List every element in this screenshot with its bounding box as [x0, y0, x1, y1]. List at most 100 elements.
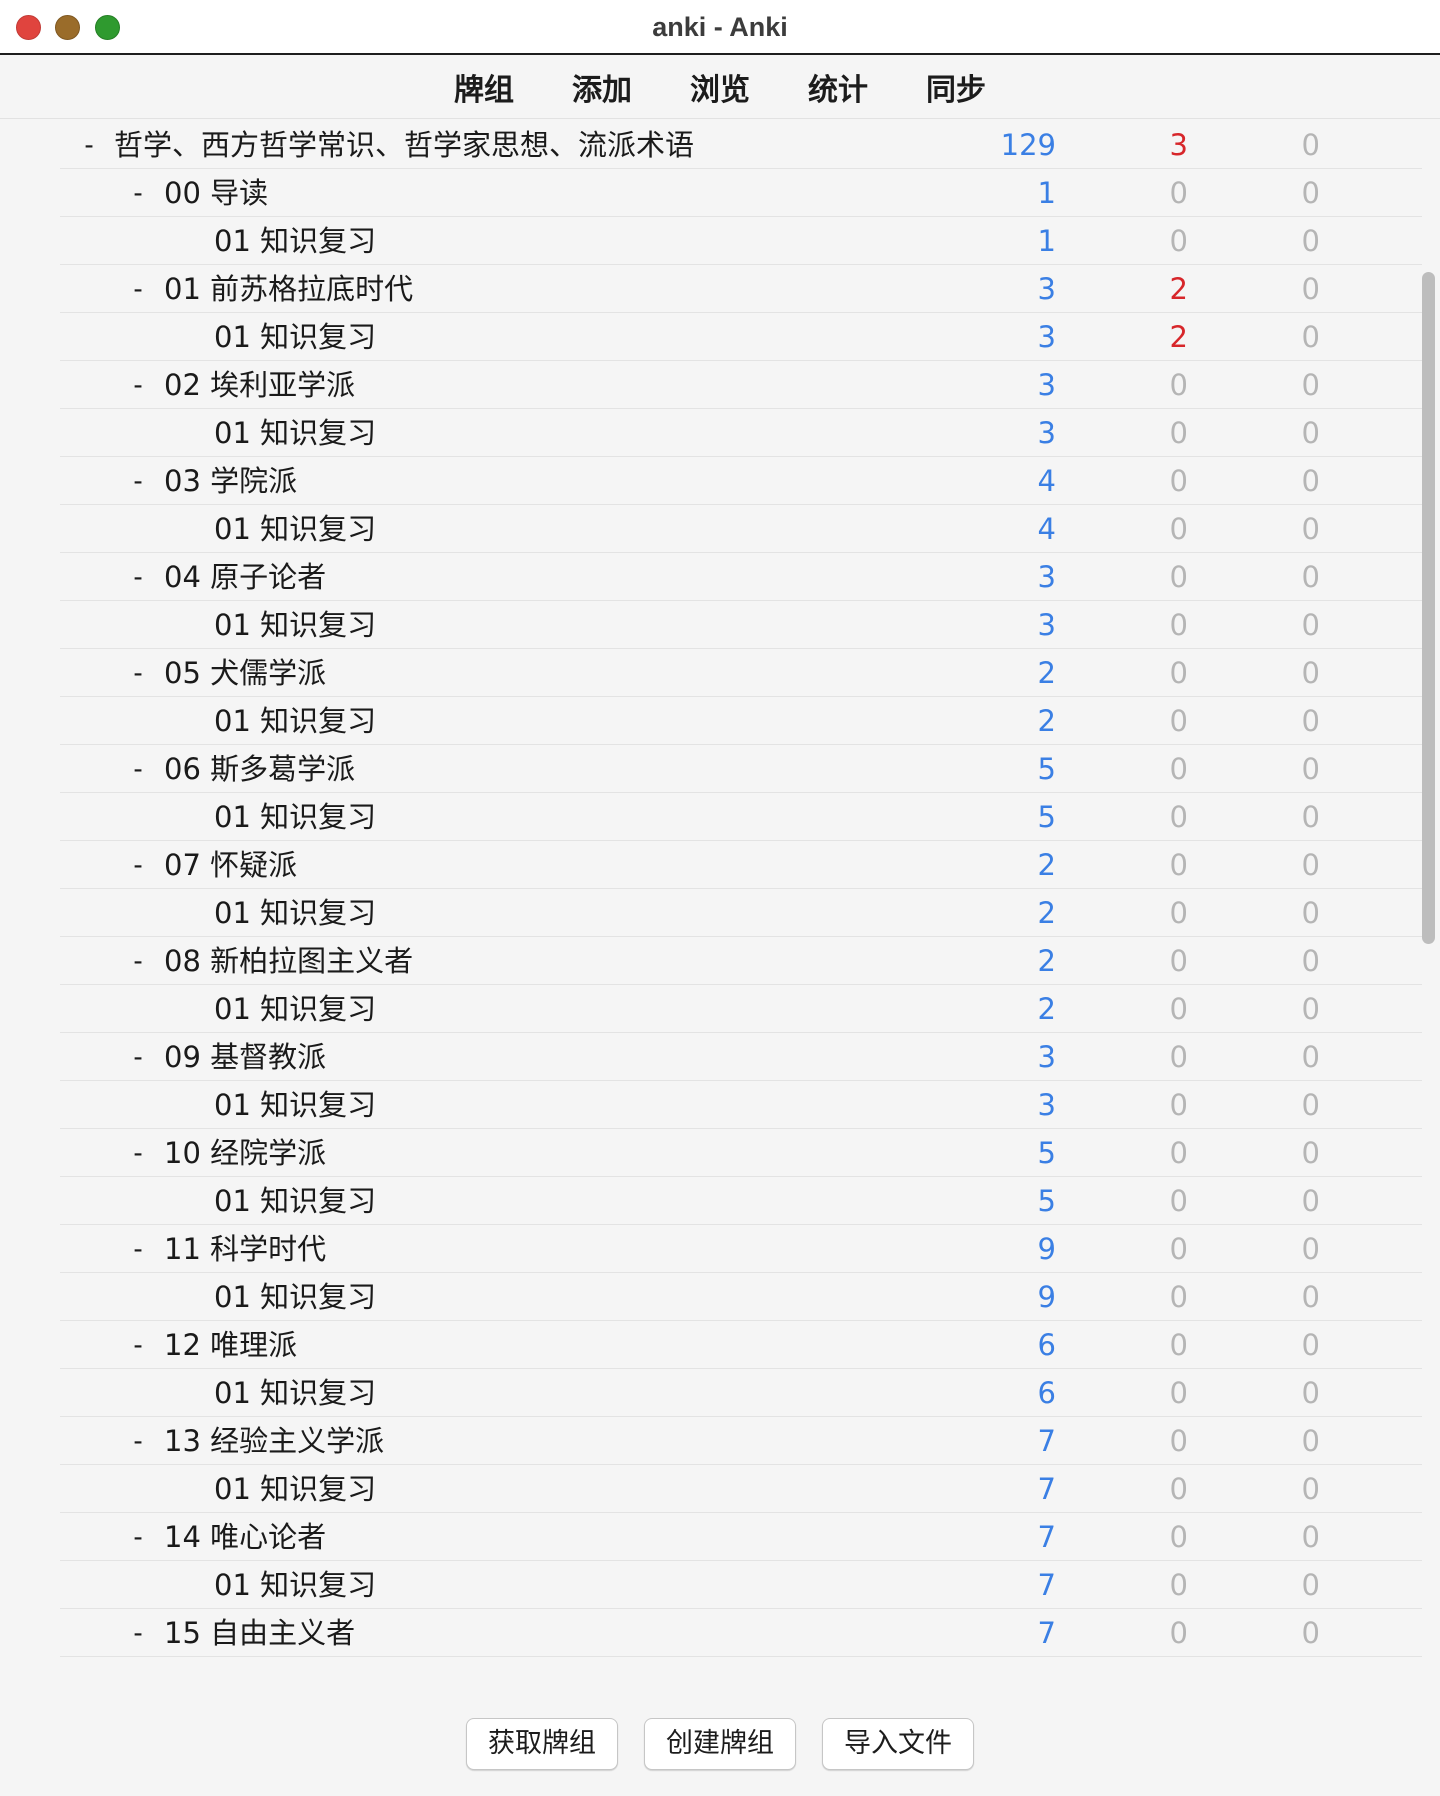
deck-name[interactable]: 01 知识复习 [214, 1177, 376, 1225]
deck-name[interactable]: 12 唯理派 [164, 1321, 297, 1369]
deck-name[interactable]: 01 知识复习 [214, 505, 376, 553]
deck-name[interactable]: 01 知识复习 [214, 793, 376, 841]
deck-name[interactable]: 01 知识复习 [214, 601, 376, 649]
new-count: 3 [1037, 368, 1056, 402]
deck-row[interactable]: 01 知识复习 2 0 0 [60, 889, 1422, 937]
deck-name[interactable]: 01 知识复习 [214, 313, 376, 361]
deck-name[interactable]: 01 知识复习 [214, 409, 376, 457]
collapse-toggle[interactable]: - [126, 457, 150, 505]
deck-row[interactable]: -07 怀疑派 2 0 0 [60, 841, 1422, 889]
deck-row[interactable]: -02 埃利亚学派 3 0 0 [60, 361, 1422, 409]
deck-name[interactable]: 13 经验主义学派 [164, 1417, 384, 1465]
deck-row[interactable]: 01 知识复习 5 0 0 [60, 1177, 1422, 1225]
window-title: anki - Anki [652, 12, 788, 42]
collapse-toggle[interactable]: - [126, 1033, 150, 1081]
deck-name[interactable]: 02 埃利亚学派 [164, 361, 355, 409]
collapse-toggle[interactable]: - [126, 1129, 150, 1177]
learn-count: 3 [1169, 128, 1188, 162]
deck-name[interactable]: 01 知识复习 [214, 985, 376, 1033]
deck-row[interactable]: 01 知识复习 2 0 0 [60, 985, 1422, 1033]
new-count: 3 [1037, 608, 1056, 642]
toolbar-sync[interactable]: 同步 [926, 65, 986, 109]
deck-row[interactable]: -09 基督教派 3 0 0 [60, 1033, 1422, 1081]
deck-name[interactable]: 07 怀疑派 [164, 841, 297, 889]
import-file-button[interactable]: 导入文件 [822, 1718, 974, 1770]
collapse-toggle[interactable]: - [126, 1321, 150, 1369]
deck-row[interactable]: 01 知识复习 7 0 0 [60, 1561, 1422, 1609]
deck-name[interactable]: 08 新柏拉图主义者 [164, 937, 413, 985]
collapse-toggle[interactable]: - [126, 169, 150, 217]
deck-list-scrollbar[interactable] [1422, 272, 1435, 944]
deck-name[interactable]: 哲学、西方哲学常识、哲学家思想、流派术语 [114, 121, 694, 169]
learn-count: 0 [1169, 704, 1188, 738]
deck-row[interactable]: - 哲学、西方哲学常识、哲学家思想、流派术语 129 3 0 [60, 121, 1422, 169]
deck-row[interactable]: 01 知识复习 3 2 0 [60, 313, 1422, 361]
collapse-toggle[interactable]: - [126, 361, 150, 409]
new-count: 7 [1037, 1568, 1056, 1602]
collapse-toggle[interactable]: - [77, 121, 101, 169]
deck-row[interactable]: 01 知识复习 9 0 0 [60, 1273, 1422, 1321]
deck-row[interactable]: 01 知识复习 5 0 0 [60, 793, 1422, 841]
deck-name[interactable]: 15 自由主义者 [164, 1609, 355, 1657]
get-shared-decks-button[interactable]: 获取牌组 [466, 1718, 618, 1770]
deck-name[interactable]: 06 斯多葛学派 [164, 745, 355, 793]
collapse-toggle[interactable]: - [126, 265, 150, 313]
deck-row[interactable]: 01 知识复习 6 0 0 [60, 1369, 1422, 1417]
learn-count: 0 [1169, 1040, 1188, 1074]
collapse-toggle[interactable]: - [126, 649, 150, 697]
deck-row[interactable]: -05 犬儒学派 2 0 0 [60, 649, 1422, 697]
deck-row[interactable]: -08 新柏拉图主义者 2 0 0 [60, 937, 1422, 985]
collapse-toggle[interactable]: - [126, 1417, 150, 1465]
deck-name[interactable]: 11 科学时代 [164, 1225, 326, 1273]
deck-row[interactable]: -03 学院派 4 0 0 [60, 457, 1422, 505]
deck-row[interactable]: 01 知识复习 4 0 0 [60, 505, 1422, 553]
new-count: 2 [1037, 944, 1056, 978]
deck-name[interactable]: 00 导读 [164, 169, 268, 217]
deck-row[interactable]: -00 导读 1 0 0 [60, 169, 1422, 217]
deck-row[interactable]: -01 前苏格拉底时代 3 2 0 [60, 265, 1422, 313]
deck-name[interactable]: 10 经院学派 [164, 1129, 326, 1177]
deck-name[interactable]: 01 知识复习 [214, 889, 376, 937]
deck-row[interactable]: 01 知识复习 3 0 0 [60, 601, 1422, 649]
deck-row[interactable]: -14 唯心论者 7 0 0 [60, 1513, 1422, 1561]
deck-name[interactable]: 01 知识复习 [214, 1081, 376, 1129]
deck-name[interactable]: 03 学院派 [164, 457, 297, 505]
deck-row[interactable]: 01 知识复习 2 0 0 [60, 697, 1422, 745]
deck-name[interactable]: 01 前苏格拉底时代 [164, 265, 413, 313]
collapse-toggle[interactable]: - [126, 1513, 150, 1561]
deck-row[interactable]: 01 知识复习 1 0 0 [60, 217, 1422, 265]
deck-row[interactable]: -10 经院学派 5 0 0 [60, 1129, 1422, 1177]
deck-row[interactable]: -12 唯理派 6 0 0 [60, 1321, 1422, 1369]
deck-name[interactable]: 04 原子论者 [164, 553, 326, 601]
collapse-toggle[interactable]: - [126, 1225, 150, 1273]
deck-name[interactable]: 01 知识复习 [214, 1273, 376, 1321]
toolbar-add[interactable]: 添加 [572, 65, 632, 109]
deck-name[interactable]: 01 知识复习 [214, 1465, 376, 1513]
create-deck-button[interactable]: 创建牌组 [644, 1718, 796, 1770]
toolbar-stats[interactable]: 统计 [808, 65, 868, 109]
deck-row[interactable]: 01 知识复习 7 0 0 [60, 1465, 1422, 1513]
deck-name[interactable]: 14 唯心论者 [164, 1513, 326, 1561]
deck-name[interactable]: 01 知识复习 [214, 1369, 376, 1417]
deck-row[interactable]: -15 自由主义者 7 0 0 [60, 1609, 1422, 1657]
collapse-toggle[interactable]: - [126, 745, 150, 793]
toolbar-decks[interactable]: 牌组 [454, 65, 514, 109]
new-count: 2 [1037, 992, 1056, 1026]
collapse-toggle[interactable]: - [126, 1609, 150, 1657]
collapse-toggle[interactable]: - [126, 937, 150, 985]
deck-row[interactable]: 01 知识复习 3 0 0 [60, 409, 1422, 457]
deck-row[interactable]: -04 原子论者 3 0 0 [60, 553, 1422, 601]
new-count: 4 [1037, 464, 1056, 498]
deck-name[interactable]: 09 基督教派 [164, 1033, 326, 1081]
deck-name[interactable]: 01 知识复习 [214, 1561, 376, 1609]
deck-name[interactable]: 01 知识复习 [214, 217, 376, 265]
deck-name[interactable]: 01 知识复习 [214, 697, 376, 745]
toolbar-browse[interactable]: 浏览 [690, 65, 750, 109]
deck-row[interactable]: 01 知识复习 3 0 0 [60, 1081, 1422, 1129]
deck-name[interactable]: 05 犬儒学派 [164, 649, 326, 697]
collapse-toggle[interactable]: - [126, 841, 150, 889]
deck-row[interactable]: -13 经验主义学派 7 0 0 [60, 1417, 1422, 1465]
collapse-toggle[interactable]: - [126, 553, 150, 601]
deck-row[interactable]: -11 科学时代 9 0 0 [60, 1225, 1422, 1273]
deck-row[interactable]: -06 斯多葛学派 5 0 0 [60, 745, 1422, 793]
